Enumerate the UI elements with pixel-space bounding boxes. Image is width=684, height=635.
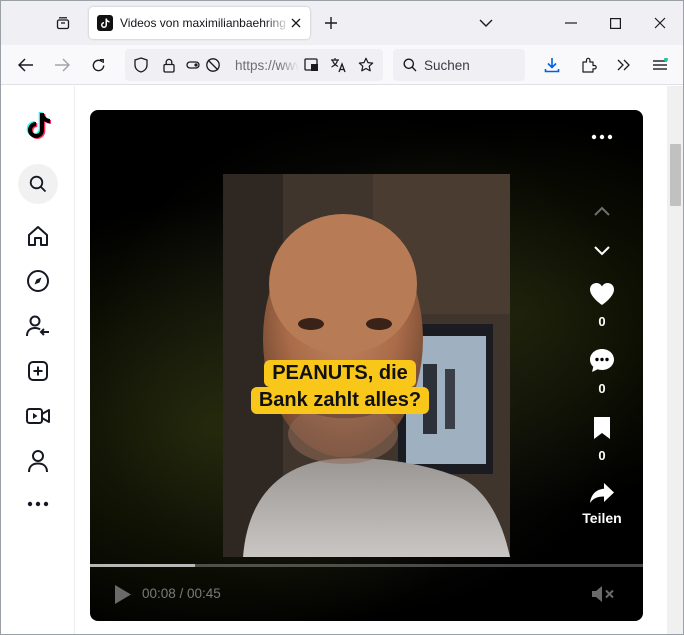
bookmark-star-icon[interactable] xyxy=(357,56,375,74)
next-video-chevron-down-icon[interactable] xyxy=(590,240,614,262)
bookmark-icon xyxy=(594,417,610,439)
video-progress-bar[interactable] xyxy=(90,564,643,567)
search-icon xyxy=(403,58,417,72)
tiktok-sidebar xyxy=(1,86,75,634)
sidebar-upload-button[interactable] xyxy=(18,351,58,391)
play-icon[interactable] xyxy=(112,582,134,606)
upload-plus-icon xyxy=(28,361,48,381)
sidebar-home-button[interactable] xyxy=(18,216,58,256)
video-player[interactable]: PEANUTS, die Bank zahlt alles? 0 0 0 Tei… xyxy=(90,110,643,621)
page-content: PEANUTS, die Bank zahlt alles? 0 0 0 Tei… xyxy=(1,86,683,634)
video-frame[interactable]: PEANUTS, die Bank zahlt alles? xyxy=(223,174,510,557)
sidebar-explore-button[interactable] xyxy=(18,261,58,301)
shield-icon[interactable] xyxy=(133,57,149,73)
reader-view-icon[interactable] xyxy=(303,57,319,73)
search-icon xyxy=(29,175,47,193)
previous-video-chevron-up-icon[interactable] xyxy=(590,200,614,222)
list-tabs-chevron-down-icon[interactable] xyxy=(476,13,496,33)
url-bar[interactable]: https://www.tiktok.com xyxy=(125,49,383,81)
comment-bubble-icon xyxy=(590,349,614,372)
browser-window: Videos von maximilianbaehring https://ww… xyxy=(0,0,684,635)
muted-volume-icon[interactable] xyxy=(590,582,616,606)
tab-title: Videos von maximilianbaehring xyxy=(120,16,286,30)
reload-icon[interactable] xyxy=(87,55,109,75)
sidebar-more-button[interactable] xyxy=(18,484,58,524)
sidebar-search-button[interactable] xyxy=(18,164,58,204)
tab-active[interactable]: Videos von maximilianbaehring xyxy=(89,7,310,39)
tiktok-favicon-icon xyxy=(97,15,113,31)
share-label: Teilen xyxy=(582,510,622,526)
page-scrollbar[interactable] xyxy=(667,86,683,634)
video-caption: PEANUTS, die Bank zahlt alles? xyxy=(235,360,445,414)
maximize-window-icon[interactable] xyxy=(605,13,625,33)
app-menu-icon[interactable] xyxy=(649,55,671,75)
permissions-icon[interactable] xyxy=(185,57,225,73)
lock-icon[interactable] xyxy=(161,57,177,73)
save-count: 0 xyxy=(598,448,606,463)
sidebar-profile-button[interactable] xyxy=(18,441,58,481)
like-count: 0 xyxy=(598,314,606,329)
like-action[interactable]: 0 xyxy=(580,282,624,329)
extensions-icon[interactable] xyxy=(578,55,600,75)
download-icon[interactable] xyxy=(541,55,563,75)
scrollbar-thumb[interactable] xyxy=(670,144,681,206)
compass-icon xyxy=(27,270,49,292)
back-icon[interactable] xyxy=(15,55,37,75)
live-camera-icon xyxy=(26,408,50,424)
overflow-chevron-icon[interactable] xyxy=(613,55,635,75)
more-dots-icon xyxy=(27,501,49,507)
url-text: https://www.tiktok.com xyxy=(235,58,299,73)
caption-line-1: PEANUTS, die xyxy=(264,360,416,387)
profile-icon xyxy=(28,450,48,473)
comment-count: 0 xyxy=(598,381,606,396)
sidebar-following-button[interactable] xyxy=(18,306,58,346)
close-tab-icon[interactable] xyxy=(288,15,304,31)
minimize-window-icon[interactable] xyxy=(561,13,581,33)
tab-strip: Videos von maximilianbaehring xyxy=(1,1,683,45)
close-window-icon[interactable] xyxy=(650,13,670,33)
video-timecode: 00:08 / 00:45 xyxy=(142,586,221,601)
search-bar[interactable]: Suchen xyxy=(393,49,525,81)
save-action[interactable]: 0 xyxy=(580,416,624,463)
new-tab-icon[interactable] xyxy=(321,13,341,33)
sidebar-live-button[interactable] xyxy=(18,396,58,436)
translate-icon[interactable] xyxy=(329,56,347,74)
tiktok-logo-icon[interactable] xyxy=(18,106,58,146)
video-more-options-icon[interactable] xyxy=(589,130,615,144)
caption-line-2: Bank zahlt alles? xyxy=(250,387,430,414)
following-icon xyxy=(26,315,49,337)
search-placeholder: Suchen xyxy=(424,57,470,73)
home-icon xyxy=(28,226,48,246)
heart-icon xyxy=(590,283,614,305)
share-arrow-icon xyxy=(590,483,614,503)
comment-action[interactable]: 0 xyxy=(580,348,624,396)
tab-overview-icon[interactable] xyxy=(53,13,73,33)
share-action[interactable]: Teilen xyxy=(574,482,630,526)
navigation-toolbar: https://www.tiktok.com Suchen xyxy=(1,45,683,85)
video-progress-fill xyxy=(90,564,196,567)
forward-icon[interactable] xyxy=(51,55,73,75)
